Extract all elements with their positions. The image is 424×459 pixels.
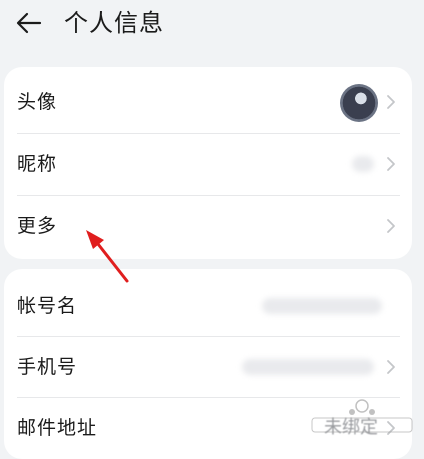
row-more[interactable]: 更多 — [4, 195, 412, 257]
account-name-value-blurred — [262, 298, 382, 314]
row-nickname[interactable]: 昵称 — [4, 133, 412, 195]
chevron-right-icon — [387, 95, 395, 109]
chevron-right-icon — [387, 360, 395, 374]
row-account-name[interactable]: 帐号名 — [4, 275, 412, 337]
nickname-label: 昵称 — [17, 153, 58, 175]
watermark-logo — [311, 399, 413, 433]
more-label: 更多 — [17, 215, 58, 237]
top-bar: 个人信息 — [0, 0, 424, 48]
back-arrow-icon[interactable] — [14, 8, 44, 38]
page-title: 个人信息 — [64, 9, 164, 37]
chevron-right-icon — [387, 157, 395, 171]
nickname-value-blurred — [352, 156, 374, 172]
phone-value-blurred — [242, 359, 374, 375]
row-phone[interactable]: 手机号 — [4, 336, 412, 398]
phone-label: 手机号 — [17, 356, 78, 378]
profile-card: 头像 昵称 更多 — [4, 67, 412, 259]
row-avatar[interactable]: 头像 — [4, 71, 412, 133]
chevron-right-icon — [387, 219, 395, 233]
avatar-label: 头像 — [17, 91, 58, 113]
avatar — [340, 84, 378, 122]
account-name-label: 帐号名 — [17, 295, 78, 317]
